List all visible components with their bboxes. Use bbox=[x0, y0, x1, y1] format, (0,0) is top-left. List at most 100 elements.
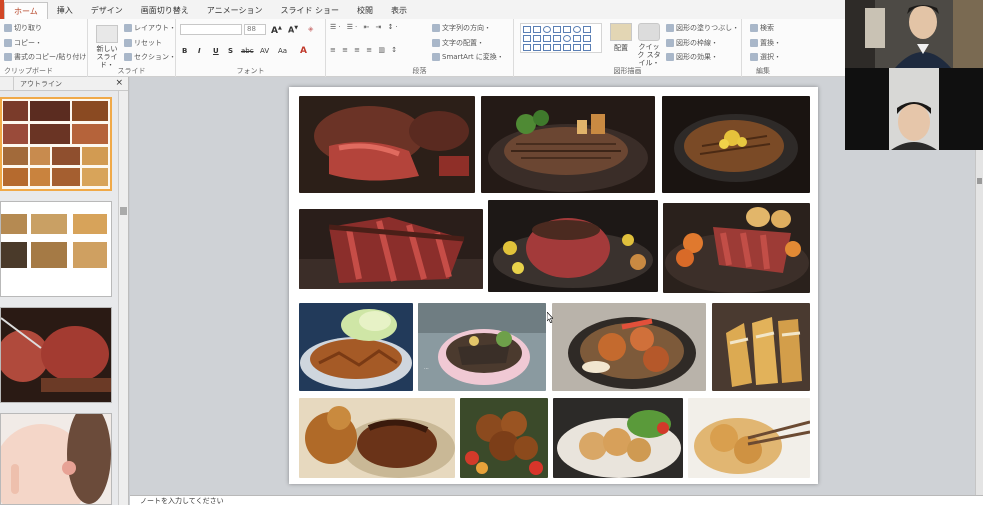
slides-group-label: スライド bbox=[117, 67, 146, 75]
slide-scroll-thumb[interactable] bbox=[977, 178, 982, 184]
font-size-box[interactable]: 88 bbox=[244, 24, 266, 35]
new-slide-icon bbox=[96, 25, 118, 43]
shrink-font-button[interactable]: A▼ bbox=[288, 25, 298, 35]
tab-transitions[interactable]: 画面切り替え bbox=[132, 2, 198, 19]
align-text-button[interactable]: 文字の配置・ bbox=[432, 38, 484, 48]
thumbnail-scrollbar[interactable] bbox=[118, 91, 128, 505]
select-button[interactable]: 選択・ bbox=[750, 52, 781, 62]
tab-slides[interactable] bbox=[0, 76, 14, 91]
underline-button[interactable]: U bbox=[213, 47, 219, 55]
layout-button[interactable]: レイアウト・ bbox=[124, 23, 176, 33]
grow-font-button[interactable]: A▲ bbox=[271, 25, 282, 36]
copy-icon bbox=[4, 39, 12, 47]
thumbnail-4-image bbox=[1, 414, 111, 504]
close-pane-button[interactable]: × bbox=[115, 78, 123, 88]
section-button[interactable]: セクション・ bbox=[124, 52, 176, 62]
shape-gallery[interactable] bbox=[520, 23, 602, 53]
shape-fill-button[interactable]: 図形の塗りつぶし・ bbox=[666, 23, 739, 33]
editing-group-label: 編集 bbox=[756, 67, 770, 75]
find-button[interactable]: 検索 bbox=[750, 23, 774, 33]
current-slide[interactable]: ... bbox=[289, 87, 818, 484]
shape-effects-button[interactable]: 図形の効果・ bbox=[666, 52, 718, 62]
text-direction-icon bbox=[432, 24, 440, 32]
tonkatsu-photo-1[interactable] bbox=[299, 303, 413, 391]
participant-video-2 bbox=[845, 68, 983, 150]
strikethrough-button[interactable]: abc bbox=[241, 47, 254, 55]
steak-photo-4[interactable] bbox=[299, 209, 483, 289]
shadow-button[interactable]: S bbox=[228, 47, 233, 55]
char-spacing-button[interactable]: AV bbox=[260, 47, 269, 55]
slide-thumbnail-1[interactable] bbox=[0, 97, 112, 191]
paragraph-group: ☰· ☰· ⇤ ⇥ ↕· ≡ ≡ ≡ ≡ ▥ ↕ 文字列の方向・ 文字の配置・ … bbox=[326, 19, 514, 77]
section-icon bbox=[124, 53, 132, 61]
steak-photo-6[interactable] bbox=[663, 203, 810, 293]
shape-outline-button[interactable]: 図形の枠線・ bbox=[666, 38, 718, 48]
notes-pane[interactable]: ノートを入力してください bbox=[130, 495, 983, 505]
change-case-button[interactable]: Aa bbox=[278, 47, 287, 55]
participant-video-1 bbox=[845, 0, 983, 68]
format-painter-button[interactable]: 書式のコピー/貼り付け bbox=[4, 52, 86, 62]
copy-button[interactable]: コピー・ bbox=[4, 38, 42, 48]
tab-design[interactable]: デザイン bbox=[82, 2, 132, 19]
font-name-box[interactable] bbox=[180, 24, 242, 35]
italic-button[interactable]: I bbox=[198, 47, 201, 55]
tonkatsu-photo-2[interactable] bbox=[712, 303, 810, 391]
steak-photo-2[interactable] bbox=[481, 96, 655, 193]
slides-group: 新しい スライド・ レイアウト・ リセット セクション・ スライド bbox=[88, 19, 176, 77]
tab-home[interactable]: ホーム bbox=[4, 2, 48, 19]
karaage-bowl-photo[interactable] bbox=[552, 303, 706, 391]
ribbon: 切り取り コピー・ 書式のコピー/貼り付け クリップボード 新しい スライド・ … bbox=[0, 19, 845, 77]
powerpoint-window: ホーム 挿入 デザイン 画面切り替え アニメーション スライド ショー 校閲 表… bbox=[0, 0, 983, 505]
clipboard-group: 切り取り コピー・ 書式のコピー/貼り付け クリップボード bbox=[0, 19, 88, 77]
font-color-button[interactable]: A bbox=[300, 46, 307, 56]
drawing-group: 配置 クイック スタイル・ 図形の塗りつぶし・ 図形の枠線・ 図形の効果・ 図形… bbox=[514, 19, 742, 77]
binoculars-icon bbox=[750, 24, 758, 32]
tab-animations[interactable]: アニメーション bbox=[198, 2, 272, 19]
steak-photo-3[interactable] bbox=[662, 96, 810, 193]
karaage-photo-2[interactable] bbox=[553, 398, 683, 478]
clear-format-button[interactable]: ◈ bbox=[308, 25, 313, 33]
tab-outline[interactable]: アウトライン bbox=[14, 79, 68, 89]
bullets-button[interactable]: ☰· ☰· ⇤ ⇥ ↕· bbox=[330, 23, 400, 31]
karaage-chopsticks-photo[interactable] bbox=[688, 398, 810, 478]
text-direction-button[interactable]: 文字列の方向・ bbox=[432, 23, 491, 33]
tab-review[interactable]: 校閲 bbox=[348, 2, 382, 19]
slide-thumbnail-pane: アウトライン × bbox=[0, 76, 129, 505]
steak-photo-1[interactable] bbox=[299, 96, 475, 193]
arrange-button[interactable]: 配置 bbox=[608, 23, 634, 53]
bold-button[interactable]: B bbox=[182, 47, 187, 55]
karaage-photo-1[interactable] bbox=[460, 398, 548, 478]
hamburg-steak-photo[interactable] bbox=[299, 398, 455, 478]
steak-photo-5[interactable] bbox=[488, 200, 658, 292]
reset-button[interactable]: リセット bbox=[124, 38, 162, 48]
quick-styles-button[interactable]: クイック スタイル・ bbox=[636, 23, 662, 67]
svg-text:...: ... bbox=[424, 365, 429, 371]
smartart-icon bbox=[432, 53, 440, 61]
align-text-icon bbox=[432, 39, 440, 47]
smartart-button[interactable]: SmartArt に変換・ bbox=[432, 52, 504, 62]
cut-button[interactable]: 切り取り bbox=[4, 23, 42, 33]
slide-thumbnail-4[interactable] bbox=[0, 413, 112, 505]
tab-view[interactable]: 表示 bbox=[382, 2, 416, 19]
thumbnail-scroll-thumb[interactable] bbox=[120, 207, 127, 215]
mouse-cursor-icon bbox=[547, 312, 553, 323]
slide-thumbnail-2[interactable] bbox=[0, 201, 112, 297]
tab-insert[interactable]: 挿入 bbox=[48, 2, 82, 19]
cursor-icon bbox=[750, 53, 758, 61]
new-slide-button[interactable]: 新しい スライド・ bbox=[92, 25, 122, 69]
paragraph-group-label: 段落 bbox=[412, 67, 427, 75]
thumbnail-1-image bbox=[2, 99, 110, 189]
tab-slideshow[interactable]: スライド ショー bbox=[271, 2, 348, 19]
slide-thumbnail-3[interactable] bbox=[0, 307, 112, 403]
font-group: 88 A▲ A▼ ◈ B I U S abc AV Aa A フォント bbox=[176, 19, 326, 77]
clipboard-group-label: クリップボード bbox=[4, 67, 53, 75]
outline-icon bbox=[666, 39, 674, 47]
align-buttons[interactable]: ≡ ≡ ≡ ≡ ▥ ↕ bbox=[330, 46, 399, 54]
slide-scrollbar[interactable] bbox=[975, 150, 983, 495]
thumbnail-2-image bbox=[1, 202, 111, 296]
replace-button[interactable]: 置換・ bbox=[750, 38, 781, 48]
effects-icon bbox=[666, 53, 674, 61]
quick-styles-icon bbox=[638, 23, 660, 41]
paint-bucket-icon bbox=[666, 24, 674, 32]
pork-dish-photo[interactable]: ... bbox=[418, 303, 546, 391]
